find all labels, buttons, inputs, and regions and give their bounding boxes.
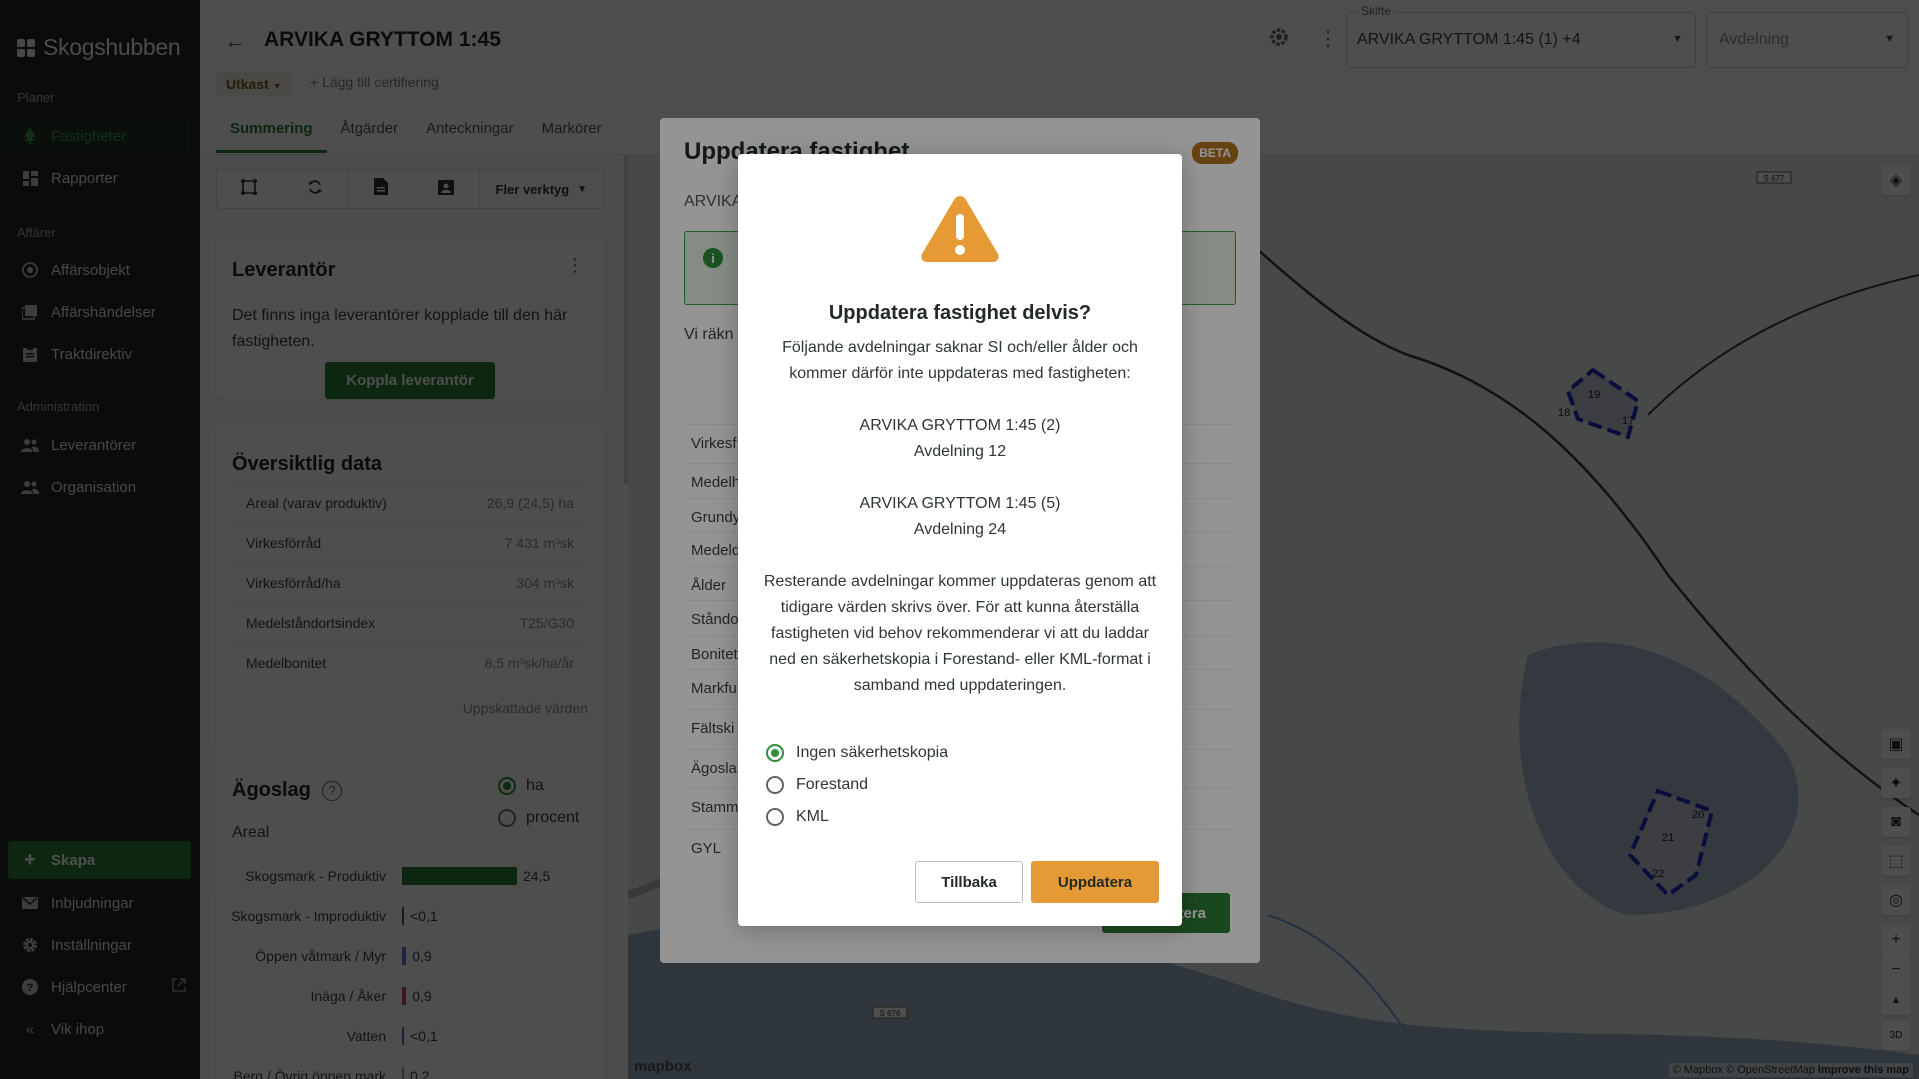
radio-label: Ingen säkerhetskopia bbox=[796, 744, 949, 761]
radio-button[interactable] bbox=[766, 744, 784, 762]
skipped-stand-item: ARVIKA GRYTTOM 1:45 (5) Avdelning 24 bbox=[760, 491, 1160, 543]
confirm-update-button[interactable]: Uppdatera bbox=[1031, 861, 1159, 903]
backup-option-none[interactable]: Ingen säkerhetskopia bbox=[766, 737, 948, 769]
backup-options: Ingen säkerhetskopia Forestand KML bbox=[766, 737, 948, 833]
skipped-property: ARVIKA GRYTTOM 1:45 (2) bbox=[859, 417, 1061, 434]
radio-label: Forestand bbox=[796, 776, 869, 793]
skipped-property: ARVIKA GRYTTOM 1:45 (5) bbox=[859, 495, 1061, 512]
skipped-stand-item: ARVIKA GRYTTOM 1:45 (2) Avdelning 12 bbox=[760, 413, 1160, 465]
warning-icon bbox=[919, 192, 1001, 264]
backup-option-forestand[interactable]: Forestand bbox=[766, 769, 948, 801]
skipped-stand: Avdelning 12 bbox=[913, 443, 1007, 460]
confirm-body-text: Resterande avdelningar kommer uppdateras… bbox=[763, 573, 1157, 694]
back-button[interactable]: Tillbaka bbox=[915, 861, 1023, 903]
partial-update-dialog: Uppdatera fastighet delvis? Följande avd… bbox=[738, 154, 1182, 926]
confirm-dialog-title: Uppdatera fastighet delvis? bbox=[828, 302, 1092, 324]
radio-button[interactable] bbox=[766, 776, 784, 794]
skipped-stand: Avdelning 24 bbox=[913, 521, 1007, 538]
backup-option-kml[interactable]: KML bbox=[766, 801, 948, 833]
radio-button[interactable] bbox=[766, 808, 784, 826]
radio-label: KML bbox=[796, 808, 829, 825]
confirm-intro-text: Följande avdelningar saknar SI och/eller… bbox=[782, 339, 1138, 382]
